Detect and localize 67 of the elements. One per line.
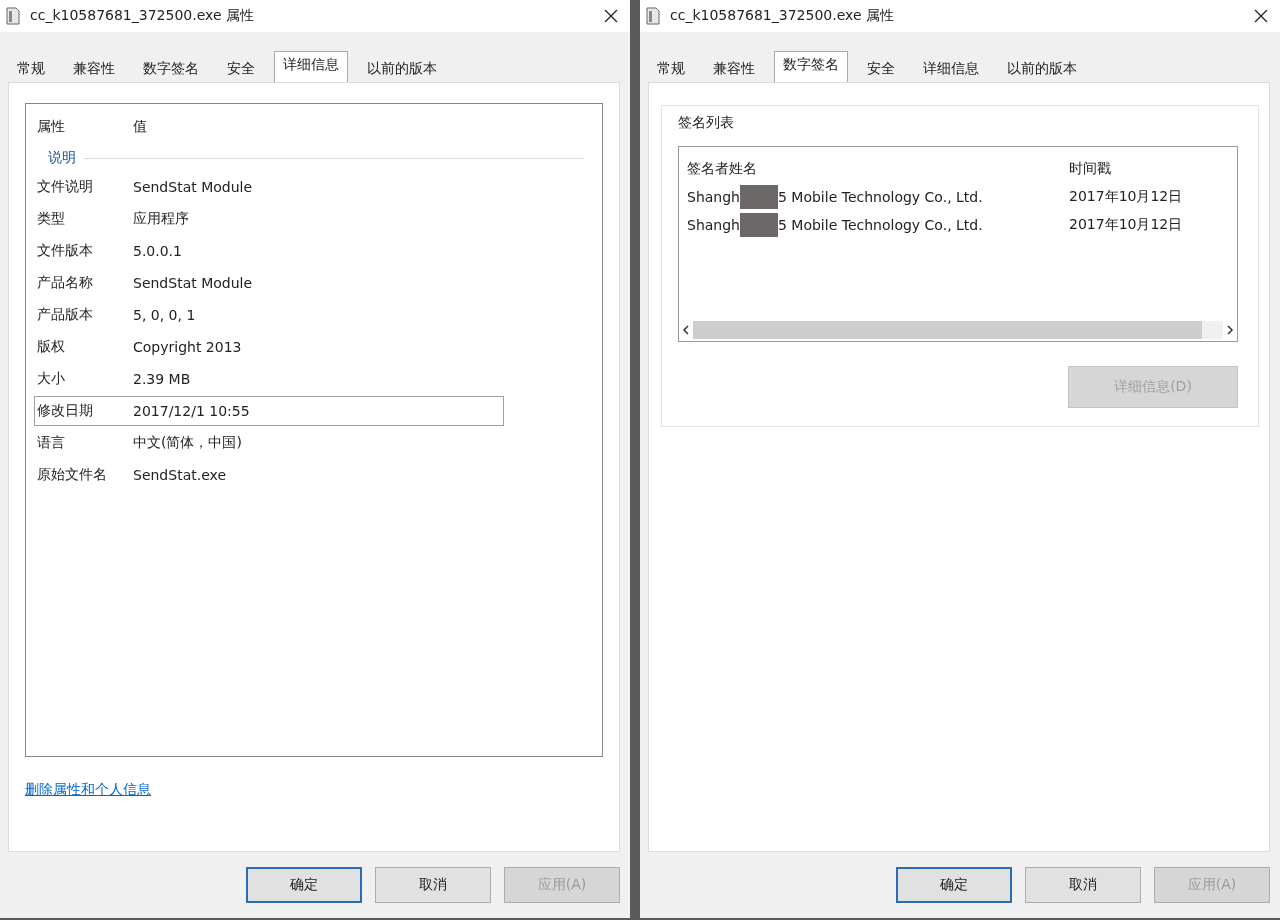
property-row[interactable]: 产品名称 SendStat Module <box>34 268 504 298</box>
property-name: 产品名称 <box>37 274 94 292</box>
signer-name: Shangh <box>687 189 740 205</box>
tab[interactable]: 安全 <box>218 55 264 82</box>
property-row[interactable]: 大小 2.39 MB <box>34 364 504 394</box>
property-name: 大小 <box>37 370 66 388</box>
property-value: Copyright 2013 <box>133 339 242 355</box>
column-header: 签名者姓名 <box>687 160 757 178</box>
tab[interactable]: 兼容性 <box>704 55 764 82</box>
property-name: 修改日期 <box>37 402 94 420</box>
group-title: 签名列表 <box>678 114 735 132</box>
tab[interactable]: 常规 <box>648 55 694 82</box>
property-value: 5, 0, 0, 1 <box>133 307 196 323</box>
window-title: cc_k10587681_372500.exe 属性 <box>30 7 255 25</box>
property-name: 文件版本 <box>37 242 94 260</box>
property-name: 版权 <box>37 338 66 356</box>
tab[interactable]: 以前的版本 <box>998 55 1086 82</box>
column-header: 属性 <box>37 118 66 136</box>
property-row[interactable]: 文件说明 SendStat Module <box>34 172 504 202</box>
file-icon <box>646 7 660 25</box>
property-value: 2.39 MB <box>133 371 191 387</box>
property-name: 文件说明 <box>37 178 94 196</box>
property-name: 产品版本 <box>37 306 94 324</box>
property-row[interactable]: 文件版本 5.0.0.1 <box>34 236 504 266</box>
tab[interactable]: 详细信息 <box>914 55 988 82</box>
signer-name: Shangh <box>687 217 740 233</box>
tab[interactable]: 常规 <box>8 55 54 82</box>
property-row[interactable]: 原始文件名 SendStat.exe <box>34 460 504 490</box>
column-header: 值 <box>133 118 147 136</box>
property-value: 中文(简体，中国) <box>133 434 242 452</box>
tab[interactable]: 以前的版本 <box>358 55 446 82</box>
tab[interactable]: 安全 <box>858 55 904 82</box>
signer-name: 5 Mobile Technology Co., Ltd. <box>778 217 983 233</box>
property-name: 类型 <box>37 210 66 228</box>
property-value: SendStat Module <box>133 275 253 291</box>
property-value: SendStat.exe <box>133 467 226 483</box>
property-value: 2017/12/1 10:55 <box>133 403 250 419</box>
redaction-mark <box>740 213 778 237</box>
property-row[interactable]: 产品版本 5, 0, 0, 1 <box>34 300 504 330</box>
tab[interactable]: 兼容性 <box>64 55 124 82</box>
remove-properties-link[interactable]: 删除属性和个人信息 <box>25 781 151 799</box>
property-row[interactable]: 修改日期 2017/12/1 10:55 <box>34 396 504 426</box>
property-value: SendStat Module <box>133 179 253 195</box>
timestamp: 2017年10月12日 <box>1069 216 1183 234</box>
tab[interactable]: 数字签名 <box>774 51 848 82</box>
dialog-button[interactable]: 取消 <box>375 867 491 903</box>
property-row[interactable]: 语言 中文(简体，中国) <box>34 428 504 458</box>
dialog-button[interactable]: 确定 <box>896 867 1012 903</box>
property-row[interactable]: 版权 Copyright 2013 <box>34 332 504 362</box>
dialog-button[interactable]: 确定 <box>246 867 362 903</box>
redaction-mark <box>740 185 778 209</box>
file-icon <box>6 7 20 25</box>
section-heading: 说明 <box>48 149 76 167</box>
property-value: 5.0.0.1 <box>133 243 182 259</box>
property-name: 原始文件名 <box>37 466 108 484</box>
property-row[interactable]: 类型 应用程序 <box>34 204 504 234</box>
window-title: cc_k10587681_372500.exe 属性 <box>670 7 895 25</box>
tab[interactable]: 数字签名 <box>134 55 208 82</box>
timestamp: 2017年10月12日 <box>1069 188 1183 206</box>
tab[interactable]: 详细信息 <box>274 51 348 82</box>
property-name: 语言 <box>37 434 66 452</box>
property-value: 应用程序 <box>133 210 189 228</box>
dialog-button[interactable]: 取消 <box>1025 867 1141 903</box>
close-icon[interactable] <box>1254 9 1268 23</box>
signer-name: 5 Mobile Technology Co., Ltd. <box>778 189 983 205</box>
close-icon[interactable] <box>604 9 618 23</box>
column-header: 时间戳 <box>1069 160 1111 178</box>
